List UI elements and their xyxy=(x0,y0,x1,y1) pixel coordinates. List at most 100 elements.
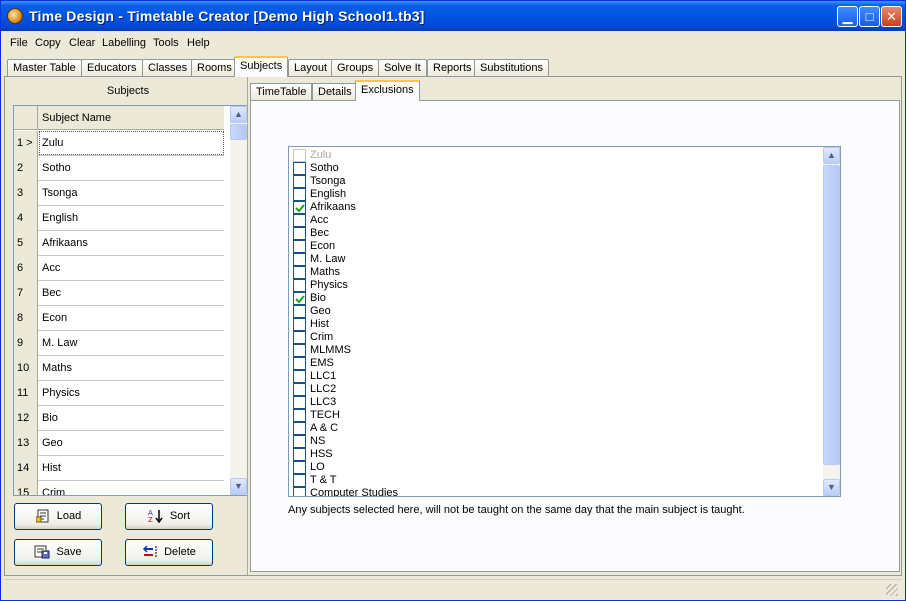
table-row[interactable]: 3 Tsonga xyxy=(14,181,224,206)
exclusion-checkbox[interactable] xyxy=(293,409,306,422)
exclusion-checkbox[interactable] xyxy=(293,344,306,357)
row-number[interactable]: 3 xyxy=(14,181,38,206)
exclusion-checkbox[interactable] xyxy=(293,253,306,266)
app-icon[interactable] xyxy=(7,8,23,24)
table-row[interactable]: 8 Econ xyxy=(14,306,224,331)
exclusion-checkbox[interactable] xyxy=(293,175,306,188)
subject-name-cell[interactable]: M. Law xyxy=(42,337,77,349)
row-number[interactable]: 1 > xyxy=(14,131,38,156)
exclusion-checkbox[interactable] xyxy=(293,318,306,331)
exclusion-checkbox[interactable] xyxy=(293,227,306,240)
subject-name-cell[interactable]: Hist xyxy=(42,462,61,474)
exclusion-checkbox[interactable] xyxy=(293,279,306,292)
table-row[interactable]: 15 Crim xyxy=(14,481,224,495)
save-button[interactable]: Save xyxy=(14,539,102,566)
menu-tools[interactable]: Tools xyxy=(153,37,179,49)
tab-master-table[interactable]: Master Table xyxy=(7,59,82,77)
resize-grip[interactable] xyxy=(886,584,898,596)
row-number[interactable]: 10 xyxy=(14,356,38,381)
maximize-button[interactable]: □ xyxy=(859,6,880,27)
row-number[interactable]: 11 xyxy=(14,381,38,406)
table-row[interactable]: 2 Sotho xyxy=(14,156,224,181)
exclusion-checkbox[interactable] xyxy=(293,383,306,396)
subject-name-cell[interactable]: English xyxy=(42,212,78,224)
tab-reports[interactable]: Reports xyxy=(427,59,478,77)
title-bar[interactable]: Time Design - Timetable Creator [Demo Hi… xyxy=(1,1,905,31)
table-row[interactable]: 5 Afrikaans xyxy=(14,231,224,256)
scroll-down-icon[interactable]: ▼ xyxy=(823,479,840,496)
subject-name-cell[interactable]: Afrikaans xyxy=(42,237,88,249)
load-button[interactable]: Load xyxy=(14,503,102,530)
subject-name-cell[interactable]: Geo xyxy=(42,437,63,449)
table-row[interactable]: 9 M. Law xyxy=(14,331,224,356)
table-row[interactable]: 11 Physics xyxy=(14,381,224,406)
exclusion-checkbox[interactable] xyxy=(293,149,306,162)
row-number[interactable]: 14 xyxy=(14,456,38,481)
table-row[interactable]: 12 Bio xyxy=(14,406,224,431)
exclusion-checkbox[interactable] xyxy=(293,396,306,409)
minimize-button[interactable]: ▁ xyxy=(837,6,858,27)
exclusion-checkbox[interactable] xyxy=(293,240,306,253)
subject-name-cell[interactable]: Crim xyxy=(42,487,65,495)
row-number[interactable]: 5 xyxy=(14,231,38,256)
subtab-exclusions[interactable]: Exclusions xyxy=(355,80,420,101)
exclusion-checkbox[interactable] xyxy=(293,214,306,227)
delete-button[interactable]: Delete xyxy=(125,539,213,566)
tab-solve-it[interactable]: Solve It xyxy=(378,59,427,77)
exclusion-checkbox[interactable] xyxy=(293,370,306,383)
table-row[interactable]: 7 Bec xyxy=(14,281,224,306)
tab-substitutions[interactable]: Substitutions xyxy=(474,59,549,77)
exclusion-checkbox[interactable] xyxy=(293,305,306,318)
menu-labelling[interactable]: Labelling xyxy=(102,37,146,49)
sort-button[interactable]: AZ Sort xyxy=(125,503,213,530)
tab-groups[interactable]: Groups xyxy=(331,59,380,77)
exclusion-checkbox[interactable] xyxy=(293,461,306,474)
grid-scrollbar[interactable]: ▲ ▼ xyxy=(230,106,247,495)
subject-name-cell[interactable]: Sotho xyxy=(42,162,71,174)
table-row[interactable]: 6 Acc xyxy=(14,256,224,281)
exclusion-checkbox[interactable] xyxy=(293,188,306,201)
row-number[interactable]: 13 xyxy=(14,431,38,456)
subject-name-cell[interactable]: Acc xyxy=(42,262,60,274)
row-number[interactable]: 4 xyxy=(14,206,38,231)
subject-name-cell[interactable]: Bec xyxy=(42,287,61,299)
exclusions-checklist[interactable]: Zulu Sotho Tsonga English Afrikaans Acc Bec Eco… xyxy=(288,146,841,497)
tab-rooms[interactable]: Rooms xyxy=(191,59,238,77)
scroll-up-icon[interactable]: ▲ xyxy=(230,106,247,123)
exclusion-checkbox[interactable] xyxy=(293,201,306,214)
exclusion-checkbox[interactable] xyxy=(293,435,306,448)
tab-educators[interactable]: Educators xyxy=(81,59,143,77)
exclusion-checkbox[interactable] xyxy=(293,422,306,435)
table-row[interactable]: 4 English xyxy=(14,206,224,231)
exclusion-checkbox[interactable] xyxy=(293,292,306,305)
tab-classes[interactable]: Classes xyxy=(142,59,194,77)
exclusion-checkbox[interactable] xyxy=(293,357,306,370)
subject-name-cell[interactable]: Econ xyxy=(42,312,67,324)
menu-help[interactable]: Help xyxy=(187,37,210,49)
subject-name-cell[interactable]: Bio xyxy=(42,412,58,424)
table-row[interactable]: 10 Maths xyxy=(14,356,224,381)
table-row[interactable]: 14 Hist xyxy=(14,456,224,481)
row-number[interactable]: 6 xyxy=(14,256,38,281)
menu-copy[interactable]: Copy xyxy=(35,37,61,49)
table-row[interactable]: 1 > Zulu xyxy=(14,131,224,156)
subtab-timetable[interactable]: TimeTable xyxy=(250,83,313,100)
subject-name-cell[interactable]: Zulu xyxy=(42,137,63,149)
exclusion-checkbox[interactable] xyxy=(293,448,306,461)
selected-cell[interactable] xyxy=(39,131,224,155)
tab-subjects[interactable]: Subjects xyxy=(234,56,289,77)
subjects-grid[interactable]: Subject Name 1 > Zulu 2 Sotho 3 Tsonga 4 English… xyxy=(13,105,248,496)
row-number[interactable]: 8 xyxy=(14,306,38,331)
exclusion-checkbox[interactable] xyxy=(293,487,306,496)
scroll-up-icon[interactable]: ▲ xyxy=(823,147,840,164)
subject-name-cell[interactable]: Maths xyxy=(42,362,72,374)
menu-file[interactable]: File xyxy=(10,37,28,49)
scroll-thumb[interactable] xyxy=(230,124,247,140)
close-button[interactable]: ✕ xyxy=(881,6,902,27)
exclusion-checkbox[interactable] xyxy=(293,331,306,344)
exclusion-checkbox[interactable] xyxy=(293,162,306,175)
subject-name-cell[interactable]: Physics xyxy=(42,387,80,399)
subject-name-cell[interactable]: Tsonga xyxy=(42,187,77,199)
row-number[interactable]: 15 xyxy=(14,481,38,495)
subtab-details[interactable]: Details xyxy=(312,83,358,100)
